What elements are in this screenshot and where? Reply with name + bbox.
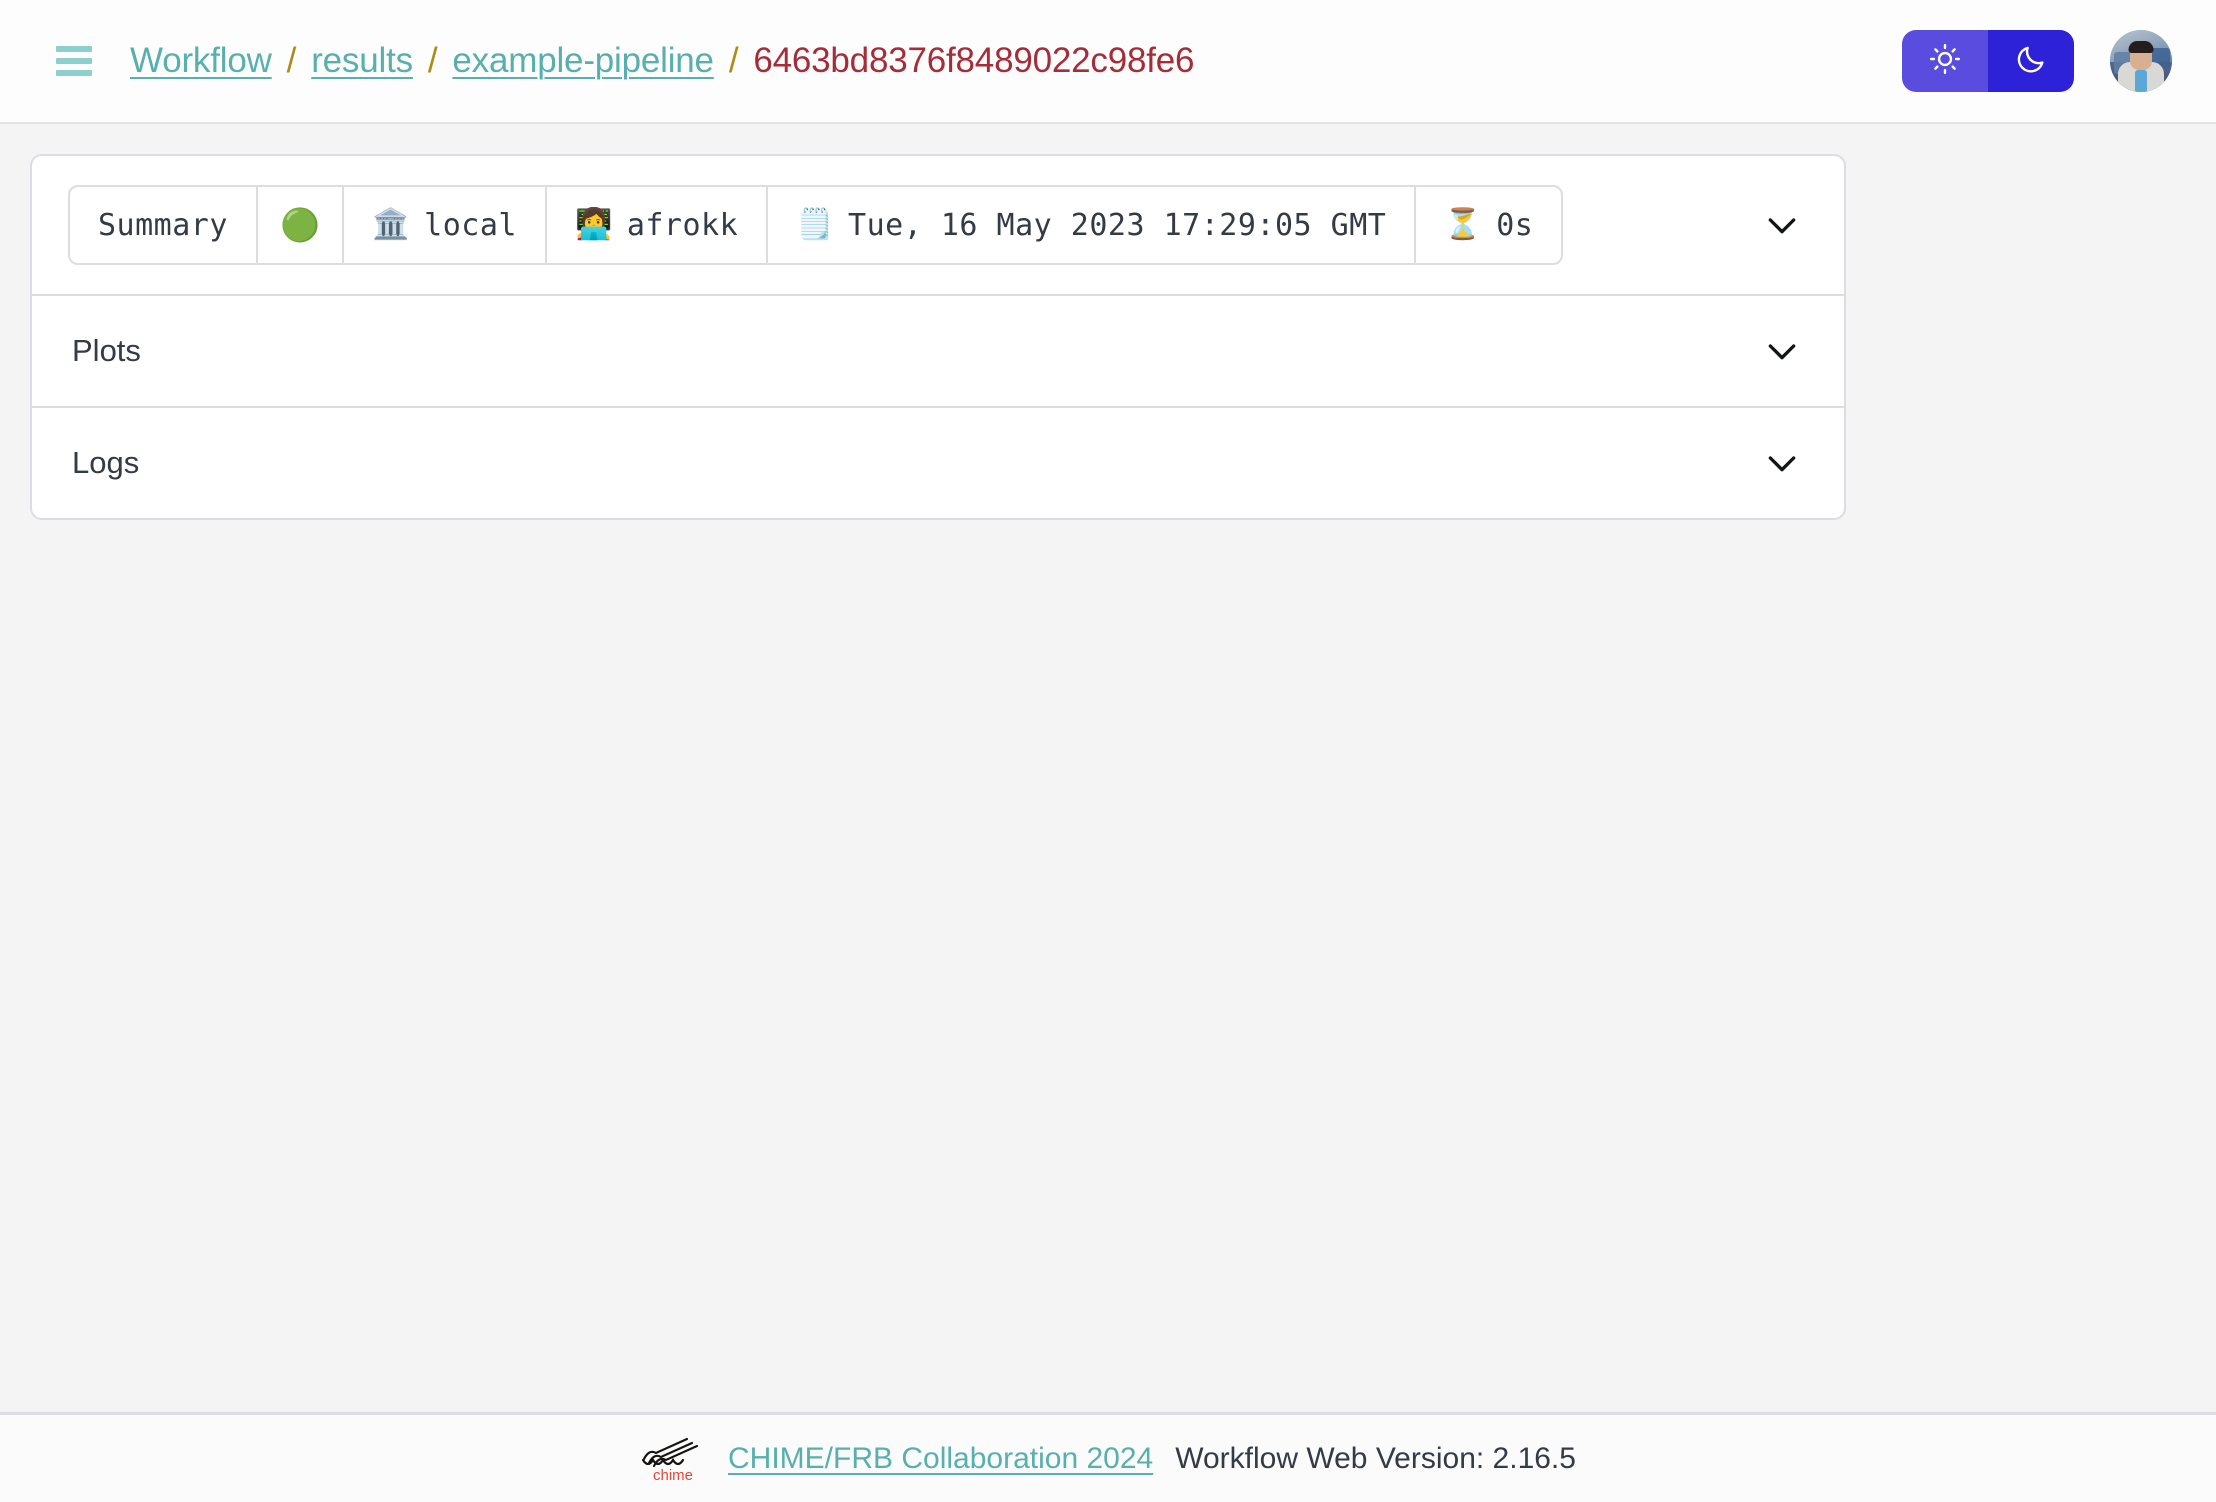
breadcrumb-item-example-pipeline[interactable]: example-pipeline <box>452 41 714 81</box>
accordion-item-plots: Plots <box>32 294 1844 406</box>
accordion-item-logs: Logs <box>32 406 1844 518</box>
bank-building-icon: 🏛️ <box>372 207 411 242</box>
avatar-hair <box>2128 41 2154 53</box>
summary-user-value: afrokk <box>626 207 739 243</box>
summary-duration-value: 0s <box>1496 207 1534 243</box>
summary-section-header[interactable]: Summary 🟢 🏛️ local 👩‍💻 afrokk 🗒️ <box>32 156 1844 294</box>
breadcrumb-item-workflow[interactable]: Workflow <box>130 41 272 81</box>
summary-time-value: Tue, 16 May 2023 17:29:05 GMT <box>848 207 1387 243</box>
footer-version-text: Workflow Web Version: 2.16.5 <box>1175 1441 1576 1475</box>
plots-chevron-down-icon[interactable] <box>1760 329 1804 373</box>
user-avatar[interactable] <box>2110 30 2172 92</box>
accordion-item-summary: Summary 🟢 🏛️ local 👩‍💻 afrokk 🗒️ <box>32 156 1844 294</box>
summary-time-cell: 🗒️ Tue, 16 May 2023 17:29:05 GMT <box>766 187 1414 263</box>
sun-icon <box>1928 42 1962 81</box>
moon-icon <box>2014 42 2048 81</box>
header-controls <box>1902 30 2172 92</box>
logs-section-header[interactable]: Logs <box>32 408 1844 518</box>
theme-toggle[interactable] <box>1902 30 2074 92</box>
avatar-shirt <box>2135 70 2147 92</box>
summary-label-cell: Summary <box>70 187 256 263</box>
hamburger-bar-2 <box>56 58 92 64</box>
chime-logo-icon: chime <box>640 1433 706 1485</box>
hourglass-icon: ⏳ <box>1444 207 1483 242</box>
status-green-circle-icon: 🟢 <box>279 206 321 244</box>
top-header-bar: Workflow / results / example-pipeline / … <box>0 0 2216 124</box>
breadcrumb-separator-1: / <box>286 41 297 80</box>
theme-light-button[interactable] <box>1902 30 1988 92</box>
hamburger-bar-1 <box>56 46 92 52</box>
summary-label: Summary <box>98 207 228 243</box>
summary-info-group: Summary 🟢 🏛️ local 👩‍💻 afrokk 🗒️ <box>68 185 1564 265</box>
hamburger-bar-3 <box>56 70 92 76</box>
footer-collaboration-link[interactable]: CHIME/FRB Collaboration 2024 <box>728 1442 1153 1476</box>
chime-logo-text: chime <box>653 1467 693 1484</box>
breadcrumb-item-current-id: 6463bd8376f8489022c98fe6 <box>753 41 1195 80</box>
results-accordion-card: Summary 🟢 🏛️ local 👩‍💻 afrokk 🗒️ <box>30 154 1846 520</box>
woman-technologist-icon: 👩‍💻 <box>574 207 613 242</box>
page-footer: chime CHIME/FRB Collaboration 2024 Workf… <box>0 1412 2216 1502</box>
summary-site-value: local <box>424 207 517 243</box>
summary-chevron-down-icon[interactable] <box>1760 203 1804 247</box>
breadcrumb-item-results[interactable]: results <box>311 41 413 81</box>
breadcrumb: Workflow / results / example-pipeline / … <box>130 41 1194 81</box>
summary-status-cell: 🟢 <box>255 187 342 263</box>
main-content: Summary 🟢 🏛️ local 👩‍💻 afrokk 🗒️ <box>0 124 2216 520</box>
breadcrumb-separator-3: / <box>728 41 739 80</box>
plots-title: Plots <box>72 333 141 368</box>
logs-title: Logs <box>72 445 140 480</box>
plots-section-header[interactable]: Plots <box>32 296 1844 406</box>
theme-dark-button[interactable] <box>1988 30 2074 92</box>
spiral-notepad-icon: 🗒️ <box>796 207 835 242</box>
breadcrumb-separator-2: / <box>427 41 438 80</box>
summary-site-cell: 🏛️ local <box>342 187 545 263</box>
summary-duration-cell: ⏳ 0s <box>1414 187 1561 263</box>
summary-user-cell: 👩‍💻 afrokk <box>544 187 766 263</box>
logs-chevron-down-icon[interactable] <box>1760 441 1804 485</box>
hamburger-menu-icon[interactable] <box>56 46 92 76</box>
